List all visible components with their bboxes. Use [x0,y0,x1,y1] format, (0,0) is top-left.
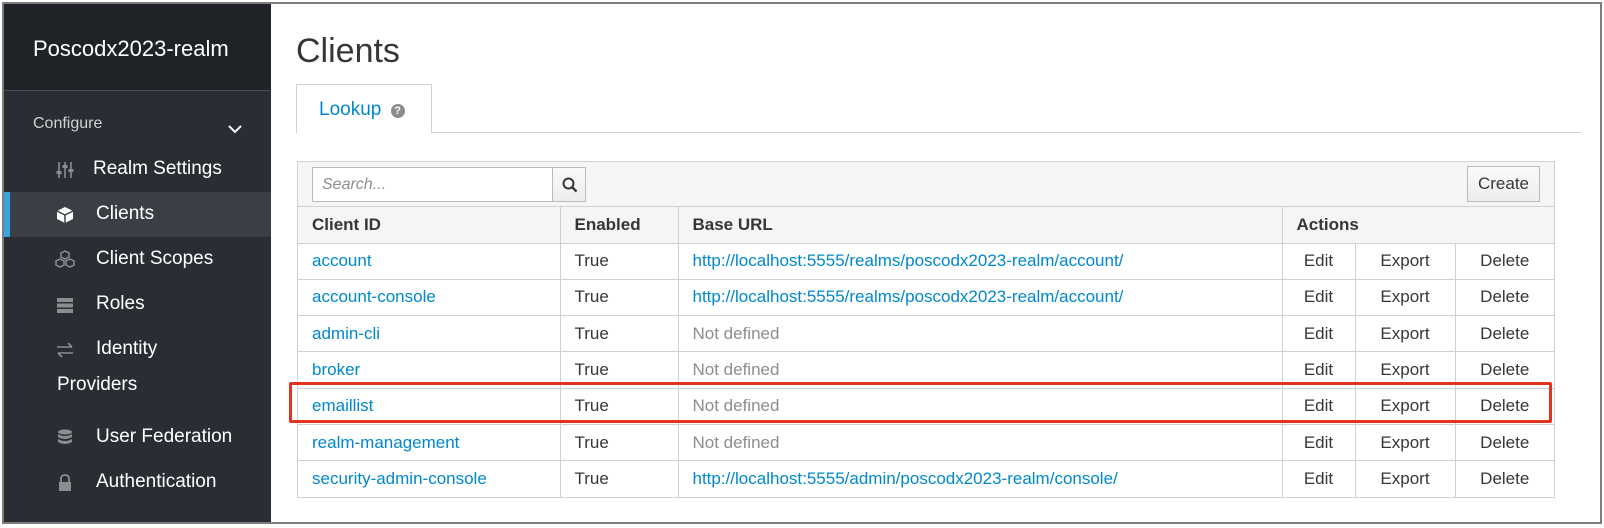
client-id-link[interactable]: security-admin-console [312,469,487,488]
export-button[interactable]: Export [1355,388,1456,425]
enabled-value: True [560,279,679,317]
base-url-value: Not defined [692,323,780,343]
delete-button[interactable]: Delete [1455,279,1554,317]
edit-button[interactable]: Edit [1282,351,1356,389]
sliders-icon [56,162,74,178]
tab-bar: Lookup ? [296,84,1581,134]
delete-button[interactable]: Delete [1455,351,1554,389]
base-url-value[interactable]: http://localhost:5555/realms/poscodx2023… [693,287,1124,306]
database-icon [58,429,72,444]
sidebar-item-label: User Federation [96,426,233,447]
lock-icon [59,474,71,491]
clients-table: Client ID Enabled Base URL Actions accou… [298,207,1554,498]
tab-label: Lookup [319,99,382,120]
export-button[interactable]: Export [1355,243,1456,280]
sidebar-item-label: Realm Settings [93,158,222,179]
client-id-link[interactable]: account [312,251,372,270]
sidebar: Poscodx2023-realm Configure Realm Settin… [4,4,271,522]
client-id-link[interactable]: emaillist [312,396,373,415]
table-row: account-console True http://localhost:5555… [298,279,1554,317]
sidebar-item-clients[interactable]: Clients [4,192,271,237]
enabled-value: True [560,243,679,280]
table-row: security-admin-console True http://localho… [298,460,1554,498]
search-input[interactable] [312,167,553,202]
sidebar-item-label: Roles [96,293,145,314]
sidebar-item-client-scopes[interactable]: Client Scopes [4,237,271,282]
column-header-client-id[interactable]: Client ID [298,207,561,244]
exchange-icon [57,342,73,358]
base-url-value: Not defined [692,360,780,380]
sidebar-item-label: Identity [96,338,158,359]
export-button[interactable]: Export [1355,460,1456,498]
enabled-value: True [560,351,679,389]
base-url-value: Not defined [692,396,780,416]
tab-lookup[interactable]: Lookup ? [296,84,432,134]
edit-button[interactable]: Edit [1282,243,1356,280]
app-window: Poscodx2023-realm Configure Realm Settin… [2,2,1602,524]
base-url-value[interactable]: http://localhost:5555/realms/poscodx2023… [693,251,1124,270]
help-icon[interactable]: ? [390,104,405,118]
create-button[interactable]: Create [1467,166,1540,202]
enabled-value: True [560,460,679,498]
export-button[interactable]: Export [1355,351,1456,389]
chevron-down-icon [228,125,242,134]
sidebar-item-label: Clients [96,203,155,224]
table-row: admin-cli True Not defined Edit Export Delete [298,315,1554,353]
page-title: Clients [296,32,400,70]
export-button[interactable]: Export [1355,279,1456,317]
delete-button[interactable]: Delete [1455,461,1554,497]
sidebar-section-configure[interactable]: Configure [4,91,271,147]
delete-button[interactable]: Delete [1455,424,1554,462]
cubes-icon [55,250,75,268]
export-button[interactable]: Export [1355,315,1456,353]
sidebar-item-user-federation[interactable]: User Federation [4,415,271,460]
search-button[interactable] [552,167,586,202]
sidebar-item-realm-settings[interactable]: Realm Settings [4,147,271,192]
edit-button[interactable]: Edit [1282,279,1356,317]
table-row: account True http://localhost:5555/realms/… [298,243,1554,280]
sidebar-item-identity-providers[interactable]: Identity [4,327,271,372]
delete-button[interactable]: Delete [1455,243,1554,280]
cube-icon [56,207,74,223]
search-icon [562,177,578,193]
column-header-base-url[interactable]: Base URL [678,207,1283,244]
sidebar-item-label: Client Scopes [96,248,214,269]
delete-button[interactable]: Delete [1455,315,1554,353]
enabled-value: True [560,388,679,425]
edit-button[interactable]: Edit [1282,315,1356,353]
column-header-actions: Actions [1282,207,1554,244]
column-header-enabled[interactable]: Enabled [560,207,679,244]
base-url-value: Not defined [692,432,780,452]
table-row: emaillist True Not defined Edit Export Delete [298,388,1554,425]
table-row: broker True Not defined Edit Export Delete [298,351,1554,389]
server-icon [57,298,73,313]
enabled-value: True [560,424,679,462]
enabled-value: True [560,315,679,353]
delete-button[interactable]: Delete [1455,388,1554,425]
export-button[interactable]: Export [1355,424,1456,462]
sidebar-item-label-continued[interactable]: Providers [4,372,271,415]
client-id-link[interactable]: broker [312,360,360,379]
edit-button[interactable]: Edit [1282,388,1356,425]
client-id-link[interactable]: realm-management [312,433,459,452]
table-header-row: Client ID Enabled Base URL Actions [298,207,1554,244]
table-row: realm-management True Not defined Edit Expor… [298,424,1554,462]
realm-name[interactable]: Poscodx2023-realm [4,4,271,91]
sidebar-item-roles[interactable]: Roles [4,282,271,327]
section-label: Configure [33,115,103,132]
edit-button[interactable]: Edit [1282,424,1356,462]
client-id-link[interactable]: admin-cli [312,324,380,343]
base-url-value[interactable]: http://localhost:5555/admin/poscodx2023-… [693,469,1118,488]
clients-table-panel: Create Client ID Enabled Base URL Action… [297,161,1555,499]
sidebar-item-authentication[interactable]: Authentication [4,460,271,505]
edit-button[interactable]: Edit [1282,460,1356,498]
sidebar-item-label: Authentication [96,471,217,492]
main-content: Clients Lookup ? Create [271,4,1600,522]
client-id-link[interactable]: account-console [312,287,436,306]
table-toolbar: Create [298,162,1554,207]
